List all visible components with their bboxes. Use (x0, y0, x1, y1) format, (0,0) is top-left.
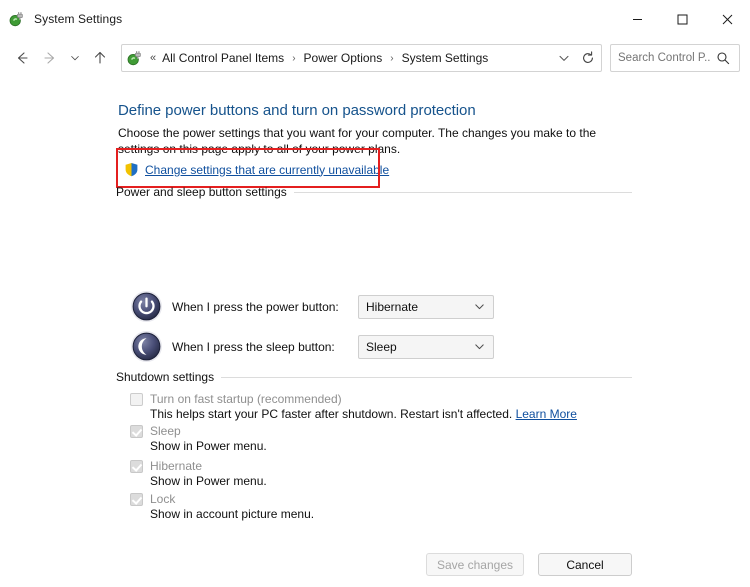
lock-checkbox-row[interactable]: Lock (130, 492, 314, 506)
forward-arrow-icon (42, 50, 58, 66)
hibernate-setting: Hibernate Show in Power menu. (130, 459, 267, 488)
power-group-header: Power and sleep button settings (116, 185, 632, 199)
close-icon (722, 14, 733, 25)
page-description: Choose the power settings that you want … (118, 126, 620, 157)
lock-label: Lock (150, 492, 175, 506)
group-divider (294, 192, 632, 193)
hibernate-checkbox-row[interactable]: Hibernate (130, 459, 267, 473)
power-button-label: When I press the power button: (172, 300, 358, 314)
sleep-button-label: When I press the sleep button: (172, 340, 358, 354)
chevron-down-icon (558, 52, 570, 64)
forward-button[interactable] (36, 44, 64, 72)
sleep-button-setting-row: When I press the sleep button: Sleep (130, 330, 494, 363)
back-button[interactable] (8, 44, 36, 72)
change-settings-row[interactable]: Change settings that are currently unava… (124, 162, 389, 177)
hibernate-label: Hibernate (150, 459, 202, 473)
lock-setting: Lock Show in account picture menu. (130, 492, 314, 521)
control-panel-icon (127, 50, 143, 66)
search-icon[interactable] (710, 46, 736, 70)
group-divider (221, 377, 632, 378)
chevron-down-icon (474, 301, 485, 312)
cancel-button[interactable]: Cancel (538, 553, 632, 576)
minimize-icon (632, 14, 643, 25)
maximize-icon (677, 14, 688, 25)
lock-description: Show in account picture menu. (150, 507, 314, 521)
power-button-action-value: Hibernate (366, 300, 418, 314)
power-group-label: Power and sleep button settings (116, 185, 294, 199)
content-area: Define power buttons and turn on passwor… (0, 78, 750, 542)
breadcrumb-item-system-settings[interactable]: System Settings (399, 48, 492, 68)
window-title: System Settings (34, 12, 122, 26)
power-button-setting-row: When I press the power button: Hibernate (130, 290, 494, 323)
sleep-label: Sleep (150, 424, 181, 438)
sleep-moon-icon (130, 330, 163, 363)
breadcrumb-item-power-options[interactable]: Power Options (301, 48, 386, 68)
search-input[interactable] (618, 52, 710, 64)
page-title: Define power buttons and turn on passwor… (118, 102, 476, 119)
fast-startup-label: Turn on fast startup (recommended) (150, 392, 342, 406)
refresh-icon (581, 51, 595, 65)
title-bar: System Settings (0, 0, 750, 38)
fast-startup-description-text: This helps start your PC faster after sh… (150, 407, 512, 421)
recent-locations-button[interactable] (64, 44, 86, 72)
breadcrumb-separator-icon[interactable]: › (385, 53, 398, 64)
fast-startup-checkbox[interactable] (130, 393, 143, 406)
change-settings-link[interactable]: Change settings that are currently unava… (145, 163, 389, 177)
hibernate-checkbox[interactable] (130, 460, 143, 473)
close-button[interactable] (705, 0, 750, 38)
navigation-bar: « All Control Panel Items › Power Option… (0, 38, 750, 78)
power-plug-icon (9, 11, 25, 27)
fast-startup-setting: Turn on fast startup (recommended) This … (130, 392, 577, 421)
shutdown-group-label: Shutdown settings (116, 370, 221, 384)
chevron-down-icon (474, 341, 485, 352)
footer-bar: Save changes Cancel (0, 542, 750, 587)
power-button-action-select[interactable]: Hibernate (358, 295, 494, 319)
sleep-description: Show in Power menu. (150, 439, 267, 453)
breadcrumb-overflow[interactable]: « (147, 52, 159, 64)
sleep-checkbox[interactable] (130, 425, 143, 438)
sleep-button-action-value: Sleep (366, 340, 397, 354)
sleep-button-action-select[interactable]: Sleep (358, 335, 494, 359)
hibernate-description: Show in Power menu. (150, 474, 267, 488)
lock-checkbox[interactable] (130, 493, 143, 506)
minimize-button[interactable] (615, 0, 660, 38)
up-arrow-icon (92, 50, 108, 66)
learn-more-link[interactable]: Learn More (516, 407, 577, 421)
sleep-setting: Sleep Show in Power menu. (130, 424, 267, 453)
power-button-icon (130, 290, 163, 323)
up-button[interactable] (86, 44, 114, 72)
uac-shield-icon (124, 162, 139, 177)
breadcrumb-item-all-control-panel-items[interactable]: All Control Panel Items (159, 48, 287, 68)
address-dropdown-button[interactable] (553, 46, 575, 70)
breadcrumb-separator-icon[interactable]: › (287, 53, 300, 64)
maximize-button[interactable] (660, 0, 705, 38)
back-arrow-icon (14, 50, 30, 66)
fast-startup-checkbox-row[interactable]: Turn on fast startup (recommended) (130, 392, 577, 406)
search-box[interactable] (610, 44, 740, 72)
refresh-button[interactable] (575, 46, 601, 70)
window-controls (615, 0, 750, 38)
save-changes-button[interactable]: Save changes (426, 553, 524, 576)
shutdown-group-header: Shutdown settings (116, 370, 632, 384)
fast-startup-description: This helps start your PC faster after sh… (150, 407, 577, 421)
address-bar[interactable]: « All Control Panel Items › Power Option… (121, 44, 602, 72)
chevron-down-icon (70, 52, 80, 64)
sleep-checkbox-row[interactable]: Sleep (130, 424, 267, 438)
